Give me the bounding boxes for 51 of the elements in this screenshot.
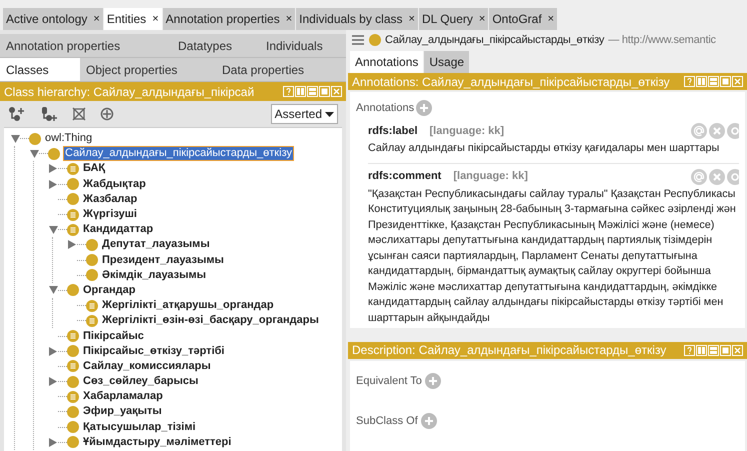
tree-item[interactable]: Ұйымдастыру_мәліметтері xyxy=(82,436,232,449)
view-mode-dropdown[interactable]: Asserted xyxy=(270,104,338,124)
annotation-value: "Қазақстан Республикасындағы сайлау туралы" Қазақстан Республикасы Конституциялық заңының 28-бабының 3-тармағына сәйкес әзірленді жән Президенттікке, Қазақстан Республикасының Мәжілісі және (немесе) мәслихаттары депутаттығына кандидаттардың партиялық тізімдерін ұсынған саяси партиялардың, Парламент Сенаты депутаттығына кандидаттардың, бірмандаттық аумақтық сайлау округтері бойынша Мәжіліс және мәслихаттар депутаттығына кандидаттардың, әкімдікке кандидаттардың сайлау алдындағы пікірсайыстарды өткізу тәртібі мен шарттарын айқындайды xyxy=(368,186,736,326)
tree-item[interactable]: Пікірсайыс_өткізу_тәртібі xyxy=(82,344,226,358)
tab[interactable]: DL Query × xyxy=(418,8,488,30)
tab[interactable]: Individuals by class × xyxy=(296,8,418,30)
tree-item[interactable]: Әкімдік_лауазымы xyxy=(101,268,208,282)
tree-item[interactable]: Эфир_уақыты xyxy=(82,405,163,418)
section-label: Equivalent To xyxy=(356,374,422,389)
tree-item[interactable]: Жабдықтар xyxy=(82,178,147,191)
tab[interactable]: Entities × xyxy=(104,8,162,30)
tree-item[interactable]: Сайлау_комиссиялары xyxy=(82,360,212,373)
tree-item[interactable]: Органдар xyxy=(82,284,136,297)
language-tag: [language: kk] xyxy=(453,168,528,185)
tree-item[interactable]: БАҚ xyxy=(82,162,106,176)
tree-item[interactable]: owl:Thing xyxy=(44,132,94,146)
close-tab-button[interactable]: × xyxy=(548,10,554,28)
tree-item[interactable]: Сөз_сөйлеу_барысы xyxy=(82,375,200,388)
tab[interactable]: Usage xyxy=(424,51,470,73)
language-tag: [language: kk] xyxy=(430,122,504,140)
tree-item[interactable]: Пікірсайыс xyxy=(82,330,145,343)
tree-item[interactable]: Хабарламалар xyxy=(82,390,164,404)
tab[interactable]: Annotations xyxy=(350,51,424,73)
tab[interactable]: Classes xyxy=(0,58,80,81)
panel-title: Class hierarchy: Сайлау_алдындағы_пікірсай xyxy=(4,84,254,100)
annotation-value: Сайлау алдындағы пікірсайыстарды өткізу қағидалары мен шарттары xyxy=(368,141,720,156)
panel-title: Description: Сайлау_алдындағы_пікірсайыстарды_өткізу xyxy=(352,342,666,359)
tree-item[interactable]: Сайлау_алдындағы_пікірсайыстарды_өткізу xyxy=(63,146,294,162)
property-name: rdfs:label xyxy=(368,124,418,139)
tree-item[interactable]: Президент_лауазымы xyxy=(101,254,225,267)
close-tab-button[interactable]: × xyxy=(286,10,292,28)
tree-item[interactable]: Депутат_лауазымы xyxy=(101,238,211,252)
close-tab-button[interactable]: × xyxy=(93,10,100,28)
entity-name: Сайлау_алдындағы_пікірсайыстарды_өткізу xyxy=(385,32,604,48)
tab[interactable]: Annotation properties × xyxy=(162,8,296,30)
entity-iri: — http://www.semantic xyxy=(608,32,716,48)
panel-title: Annotations: Сайлау_алдындағы_пікірсайыстарды_өткізу xyxy=(352,74,670,90)
tree-item[interactable]: Жергілікті_өзін-өзі_басқару_органдары xyxy=(101,314,320,328)
tree-item[interactable]: Жергілікті_атқарушы_органдар xyxy=(101,299,275,312)
tree-item[interactable]: Жазбалар xyxy=(82,192,138,206)
section-label: SubClass Of xyxy=(356,414,418,429)
tree-item[interactable]: Кандидаттар xyxy=(82,223,154,236)
close-tab-button[interactable]: × xyxy=(408,10,415,28)
section-label: Annotations xyxy=(356,100,414,116)
close-tab-button[interactable]: × xyxy=(478,10,486,28)
tab[interactable]: OntoGraf × xyxy=(489,8,558,30)
tree-item[interactable]: Қатысушылар_тізімі xyxy=(82,420,197,434)
tree-item[interactable]: Жүргізуші xyxy=(82,208,138,222)
close-tab-button[interactable]: × xyxy=(152,10,159,28)
property-name: rdfs:comment xyxy=(368,169,442,184)
tab[interactable]: Active ontology × xyxy=(3,8,103,30)
